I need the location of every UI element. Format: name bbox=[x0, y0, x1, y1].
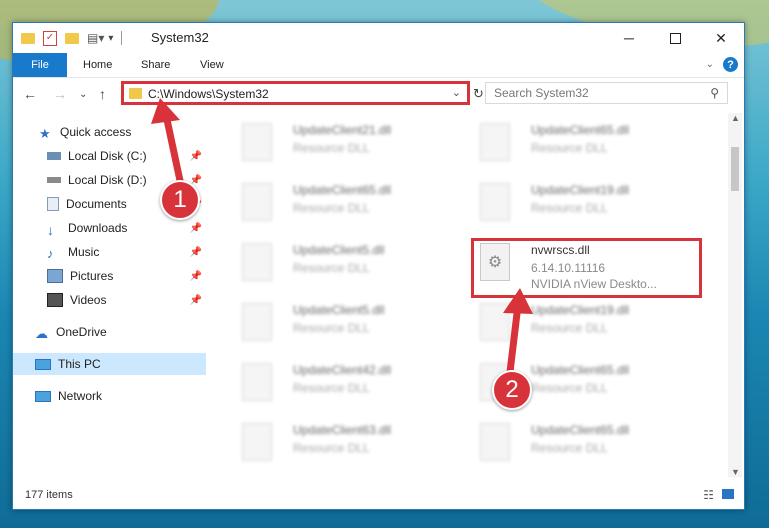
annotation-arrow-2 bbox=[503, 288, 533, 376]
step-badge-2: 2 bbox=[492, 370, 532, 410]
